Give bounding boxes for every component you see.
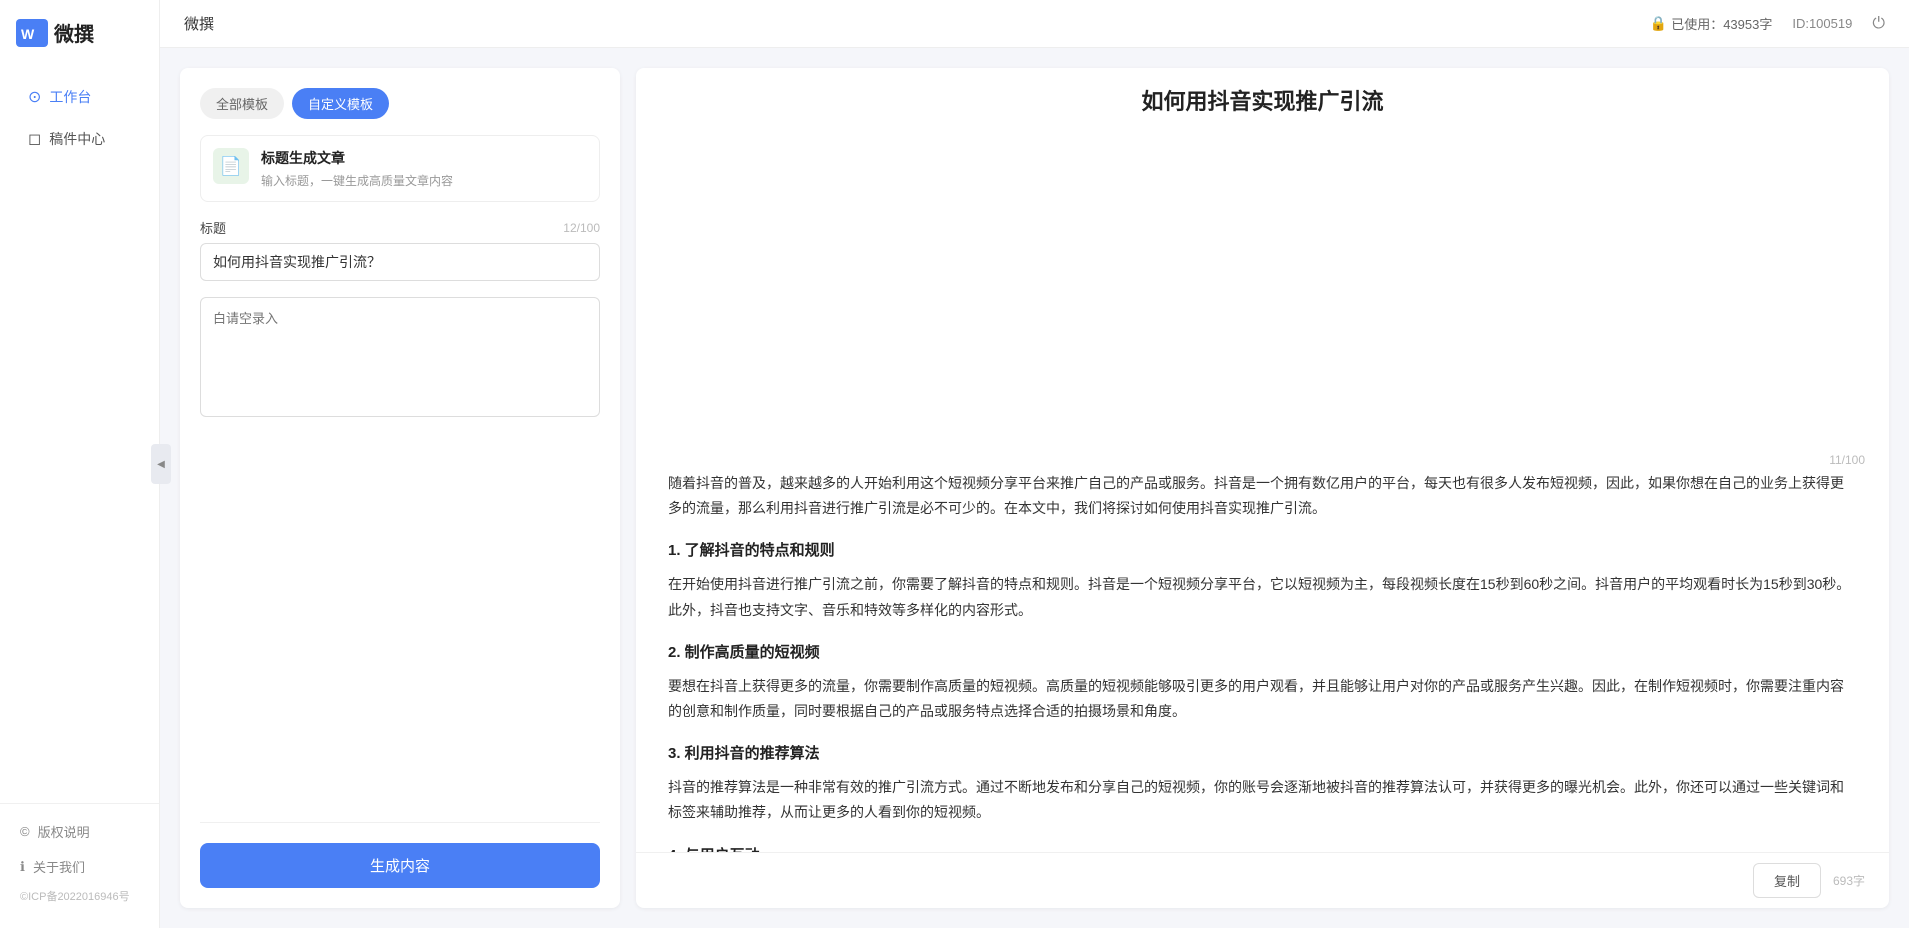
right-panel-footer: 复制 693字: [636, 852, 1889, 908]
generate-button[interactable]: 生成内容: [200, 843, 600, 888]
logo: W 微撰: [0, 0, 159, 65]
title-count: 12/100: [563, 221, 600, 235]
article-title: 如何用抖音实现推广引流: [636, 68, 1889, 453]
tab-bar: 全部模板 自定义模板: [200, 88, 600, 119]
sidebar-item-drafts-label: 稿件中心: [49, 129, 105, 149]
content-form-group: [200, 297, 600, 802]
logout-icon[interactable]: ⏻: [1872, 15, 1885, 33]
article-section-heading: 1. 了解抖音的特点和规则: [668, 537, 1857, 564]
sidebar-nav: ⊙ 工作台 ◻ 稿件中心: [0, 65, 159, 803]
article-section-paragraph: 要想在抖音上获得更多的流量，你需要制作高质量的短视频。高质量的短视频能够吸引更多…: [668, 674, 1857, 724]
sidebar-toggle[interactable]: ◀: [151, 444, 171, 484]
article-section-paragraph: 在开始使用抖音进行推广引流之前，你需要了解抖音的特点和规则。抖音是一个短视频分享…: [668, 572, 1857, 622]
left-panel: 全部模板 自定义模板 📄 标题生成文章 输入标题，一键生成高质量文章内容 标题 …: [180, 68, 620, 908]
form-divider: [200, 822, 600, 823]
template-card-title: 标题生成文章: [261, 148, 587, 168]
template-card[interactable]: 📄 标题生成文章 输入标题，一键生成高质量文章内容: [200, 135, 600, 202]
usage-icon: 🔒: [1650, 15, 1667, 32]
content-textarea[interactable]: [200, 297, 600, 417]
sidebar-item-copyright[interactable]: © 版权说明: [0, 814, 159, 849]
article-section-heading: 2. 制作高质量的短视频: [668, 639, 1857, 666]
main-area: 微撰 🔒 已使用：43953字 ID:100519 ⏻ 全部模板 自定义模板 📄…: [160, 0, 1909, 928]
article-section-heading: 4. 与用户互动: [668, 842, 1857, 853]
content-area: 全部模板 自定义模板 📄 标题生成文章 输入标题，一键生成高质量文章内容 标题 …: [160, 48, 1909, 928]
drafts-icon: ◻: [28, 129, 41, 149]
tab-custom-templates[interactable]: 自定义模板: [292, 88, 389, 119]
copy-button[interactable]: 复制: [1753, 863, 1821, 898]
sidebar-item-about[interactable]: ℹ 关于我们: [0, 849, 159, 884]
title-label: 标题: [200, 218, 226, 237]
sidebar: W 微撰 ⊙ 工作台 ◻ 稿件中心 © 版权说明 ℹ 关于我们 ©ICP备202…: [0, 0, 160, 928]
usage-label: 已使用：43953字: [1671, 14, 1772, 33]
header-id: ID:100519: [1792, 16, 1852, 31]
sidebar-item-workbench-label: 工作台: [49, 87, 91, 107]
workbench-icon: ⊙: [28, 87, 41, 107]
usage-display: 🔒 已使用：43953字: [1650, 14, 1773, 33]
title-form-group: 标题 12/100: [200, 218, 600, 281]
article-content: 随着抖音的普及，越来越多的人开始利用这个短视频分享平台来推广自己的产品或服务。抖…: [636, 471, 1889, 852]
sidebar-item-drafts[interactable]: ◻ 稿件中心: [8, 119, 151, 159]
logo-icon: W: [16, 19, 48, 47]
sidebar-bottom: © 版权说明 ℹ 关于我们 ©ICP备2022016946号: [0, 803, 159, 928]
article-section-paragraph: 抖音的推荐算法是一种非常有效的推广引流方式。通过不断地发布和分享自己的短视频，你…: [668, 775, 1857, 825]
article-section-paragraph: 随着抖音的普及，越来越多的人开始利用这个短视频分享平台来推广自己的产品或服务。抖…: [668, 471, 1857, 521]
template-card-icon: 📄: [213, 148, 249, 184]
template-card-desc: 输入标题，一键生成高质量文章内容: [261, 172, 587, 189]
word-count: 693字: [1833, 872, 1865, 889]
right-panel: 如何用抖音实现推广引流 11/100 随着抖音的普及，越来越多的人开始利用这个短…: [636, 68, 1889, 908]
about-icon: ℹ: [20, 859, 25, 875]
top-header: 微撰 🔒 已使用：43953字 ID:100519 ⏻: [160, 0, 1909, 48]
about-label: 关于我们: [33, 857, 85, 876]
icp-text: ©ICP备2022016946号: [0, 884, 159, 908]
header-title: 微撰: [184, 13, 214, 34]
article-section-heading: 3. 利用抖音的推荐算法: [668, 740, 1857, 767]
copyright-label: 版权说明: [38, 822, 90, 841]
tab-all-templates[interactable]: 全部模板: [200, 88, 284, 119]
page-indicator: 11/100: [636, 453, 1889, 467]
logo-text: 微撰: [54, 18, 94, 47]
sidebar-item-workbench[interactable]: ⊙ 工作台: [8, 77, 151, 117]
copyright-icon: ©: [20, 824, 30, 839]
title-input[interactable]: [200, 243, 600, 281]
header-right: 🔒 已使用：43953字 ID:100519 ⏻: [1650, 14, 1885, 33]
svg-text:W: W: [21, 26, 35, 42]
